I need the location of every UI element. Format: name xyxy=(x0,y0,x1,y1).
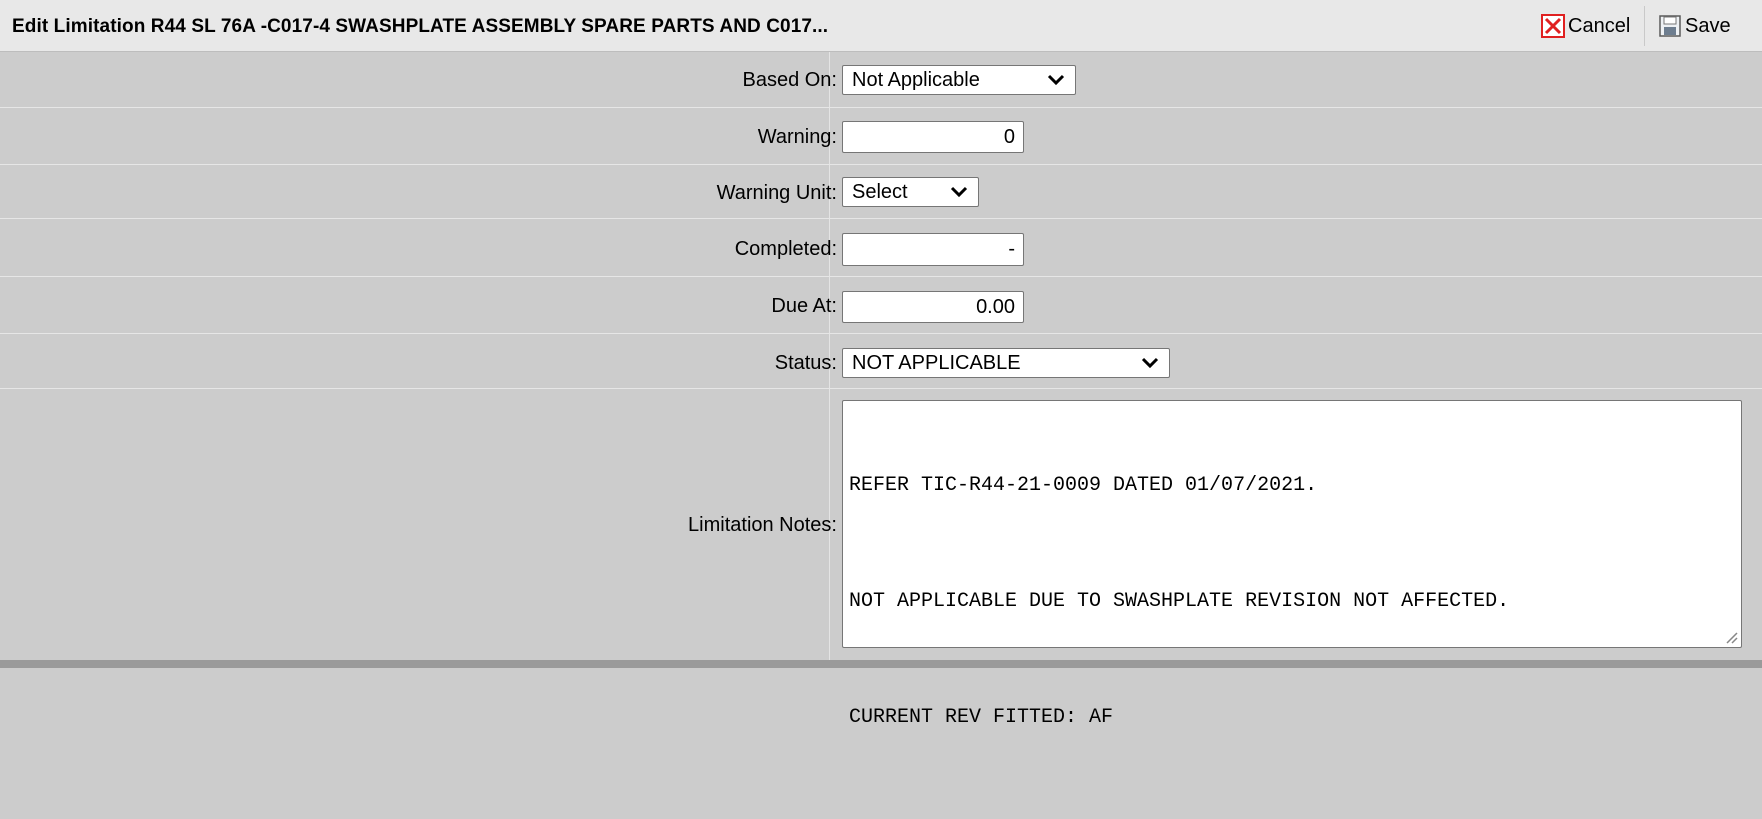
warning-label: Warning: xyxy=(757,126,837,148)
completed-row: Completed: - xyxy=(0,219,1762,277)
dialog-titlebar: Edit Limitation R44 SL 76A -C017-4 SWASH… xyxy=(0,0,1762,52)
notes-line-3: CURRENT REV FITTED: AF xyxy=(849,706,1114,729)
warning-input[interactable]: 0 xyxy=(842,121,1024,153)
warning-unit-label: Warning Unit: xyxy=(716,182,837,204)
due-at-label: Due At: xyxy=(771,295,837,317)
save-button[interactable]: Save xyxy=(1658,8,1731,44)
limitation-notes-textarea[interactable]: REFER TIC-R44-21-0009 DATED 01/07/2021. … xyxy=(842,400,1742,729)
based-on-row: Based On: Not Applicable xyxy=(0,52,1762,108)
limitation-notes-label: Limitation Notes: xyxy=(688,514,837,536)
status-label: Status: xyxy=(774,352,837,374)
notes-line-2: NOT APPLICABLE DUE TO SWASHPLATE REVISIO… xyxy=(849,590,1510,613)
cancel-button[interactable]: Cancel xyxy=(1541,8,1630,44)
based-on-value: Not Applicable xyxy=(852,68,980,91)
cancel-label: Cancel xyxy=(1568,14,1631,37)
warning-row: Warning: 0 xyxy=(0,108,1762,165)
chevron-down-icon xyxy=(950,186,968,198)
status-row: Status: NOT APPLICABLE xyxy=(0,334,1762,389)
completed-label: Completed: xyxy=(734,238,837,260)
warning-unit-value: Select xyxy=(852,180,908,203)
resize-grip-icon[interactable] xyxy=(1724,630,1738,644)
save-floppy-icon xyxy=(1658,14,1682,38)
notes-line-1: REFER TIC-R44-21-0009 DATED 01/07/2021. xyxy=(849,474,1318,497)
cancel-x-icon xyxy=(1541,14,1565,38)
due-at-input[interactable]: 0.00 xyxy=(842,291,1024,323)
based-on-select[interactable]: Not Applicable xyxy=(842,65,1076,95)
dialog-title: Edit Limitation R44 SL 76A -C017-4 SWASH… xyxy=(12,16,829,37)
completed-input[interactable]: - xyxy=(842,233,1024,266)
save-label: Save xyxy=(1685,14,1731,37)
due-at-row: Due At: 0.00 xyxy=(0,277,1762,334)
warning-unit-row: Warning Unit: Select xyxy=(0,165,1762,219)
dialog-footer-bar xyxy=(0,660,1762,668)
toolbar-divider xyxy=(1644,6,1645,46)
warning-unit-select[interactable]: Select xyxy=(842,177,979,207)
chevron-down-icon xyxy=(1047,74,1065,86)
based-on-label: Based On: xyxy=(742,69,837,91)
status-select[interactable]: NOT APPLICABLE xyxy=(842,348,1170,378)
chevron-down-icon xyxy=(1141,357,1159,369)
status-value: NOT APPLICABLE xyxy=(852,351,1021,374)
